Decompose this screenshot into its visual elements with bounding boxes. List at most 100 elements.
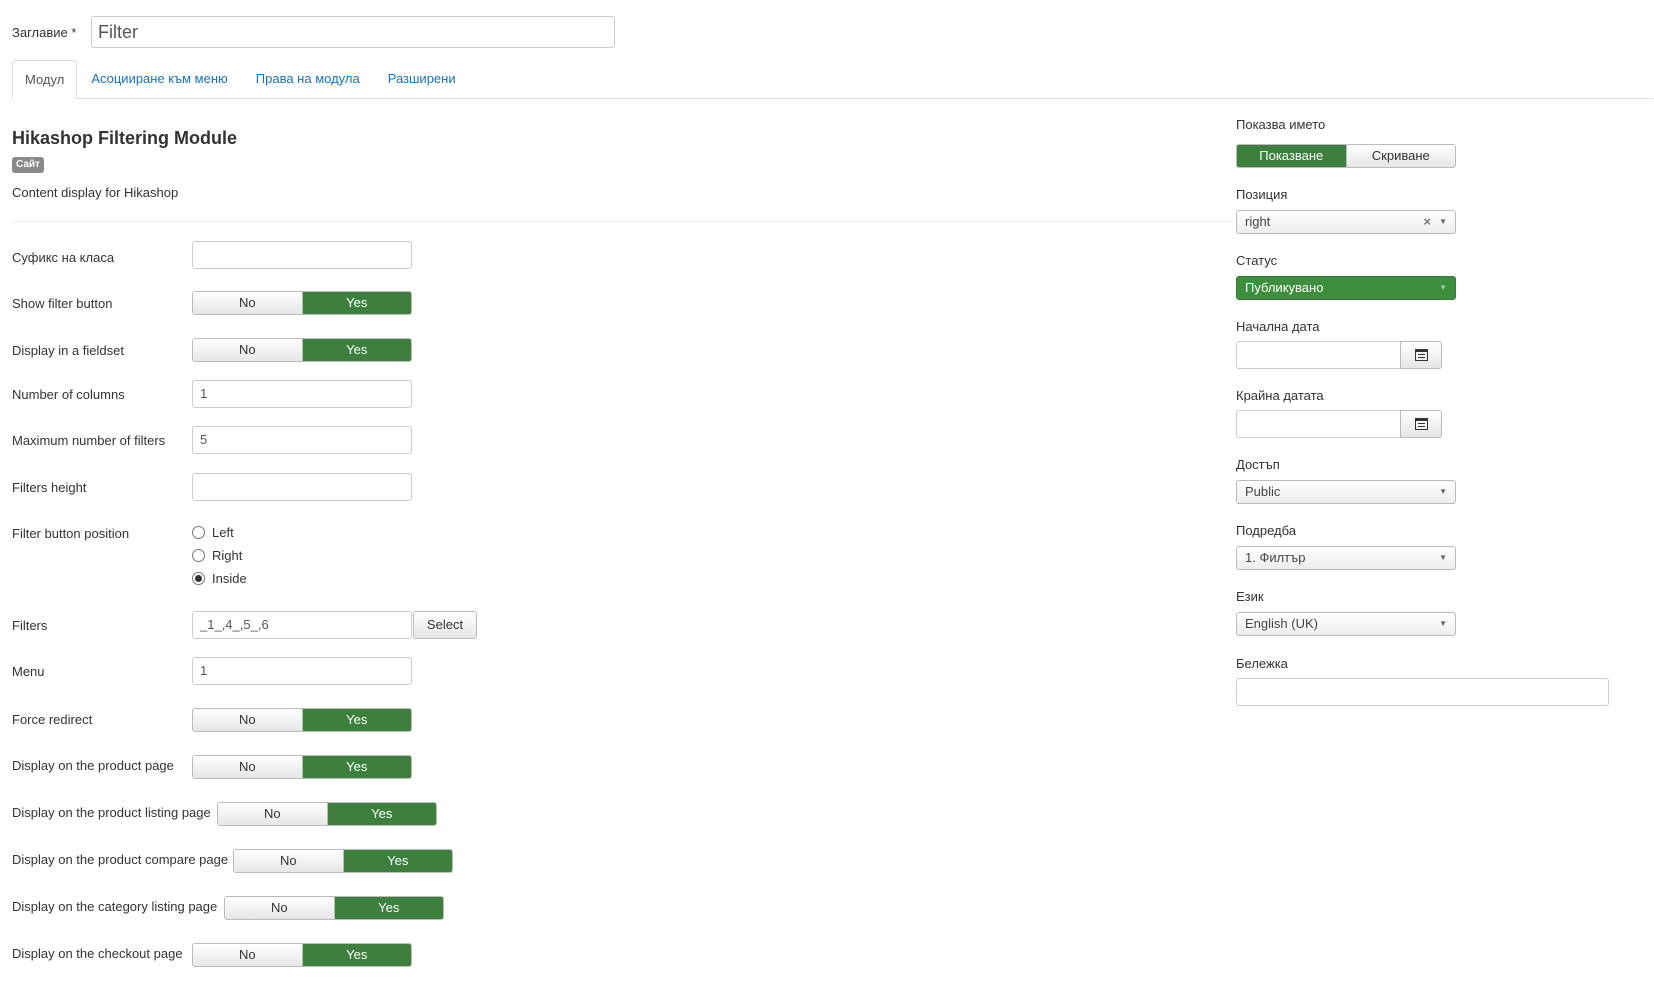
checkout-page-yes[interactable]: Yes xyxy=(302,944,411,966)
ordering-label: Подредба xyxy=(1236,523,1297,538)
show-title-show[interactable]: Показване xyxy=(1237,145,1347,167)
start-date-input[interactable] xyxy=(1236,341,1400,369)
module-description: Content display for Hikashop xyxy=(12,185,179,200)
start-date-calendar-button[interactable] xyxy=(1400,341,1442,369)
title-input[interactable]: Filter xyxy=(91,16,615,48)
display-fieldset-yes[interactable]: Yes xyxy=(302,339,411,361)
tab-module-permissions[interactable]: Права на модула xyxy=(242,60,374,98)
product-compare-no[interactable]: No xyxy=(234,850,344,872)
radio-right-label: Right xyxy=(212,548,243,563)
tab-advanced[interactable]: Разширени xyxy=(374,60,470,98)
filter-button-position-label: Filter button position xyxy=(12,526,130,541)
show-title-toggle: Показване Скриване xyxy=(1236,144,1456,168)
checkout-page-no[interactable]: No xyxy=(193,944,303,966)
chevron-down-icon: ▼ xyxy=(1439,553,1447,562)
chevron-down-icon: ▼ xyxy=(1439,217,1447,226)
show-filter-button-toggle: No Yes xyxy=(192,291,412,315)
end-date-label: Крайна датата xyxy=(1236,388,1324,403)
tab-bar: Модул Асоцииране към меню Права на модул… xyxy=(12,60,1653,99)
radio-left-label: Left xyxy=(212,525,234,540)
status-value: Публикувано xyxy=(1245,280,1324,295)
show-filter-button-no[interactable]: No xyxy=(193,292,303,314)
ordering-select[interactable]: 1. Филтър ▼ xyxy=(1236,546,1456,570)
tab-menu-assignment[interactable]: Асоцииране към меню xyxy=(77,60,241,98)
radio-right-row[interactable]: Right xyxy=(192,548,242,563)
category-listing-toggle: No Yes xyxy=(224,896,444,920)
access-select[interactable]: Public ▼ xyxy=(1236,480,1456,504)
max-filters-input[interactable]: 5 xyxy=(192,426,412,454)
status-label: Статус xyxy=(1236,253,1278,268)
radio-inside-row[interactable]: Inside xyxy=(192,571,247,586)
product-listing-label: Display on the product listing page xyxy=(12,805,211,820)
chevron-down-icon: ▼ xyxy=(1439,487,1447,496)
access-value: Public xyxy=(1245,484,1281,499)
show-title-label: Показва името xyxy=(1236,117,1326,132)
show-filter-button-label: Show filter button xyxy=(12,296,113,311)
note-label: Бележка xyxy=(1236,656,1288,671)
clear-icon[interactable]: × xyxy=(1423,211,1431,233)
radio-inside[interactable] xyxy=(192,572,205,585)
end-date-calendar-button[interactable] xyxy=(1400,410,1442,438)
show-title-hide[interactable]: Скриване xyxy=(1346,145,1455,167)
filters-height-label: Filters height xyxy=(12,480,87,495)
product-listing-toggle: No Yes xyxy=(217,802,437,826)
product-page-no[interactable]: No xyxy=(193,756,303,778)
category-listing-no[interactable]: No xyxy=(225,897,335,919)
access-label: Достъп xyxy=(1236,457,1280,472)
start-date-field xyxy=(1236,341,1442,369)
radio-right[interactable] xyxy=(192,549,205,562)
product-compare-yes[interactable]: Yes xyxy=(343,850,452,872)
chevron-down-icon: ▼ xyxy=(1439,283,1447,292)
num-columns-input[interactable]: 1 xyxy=(192,380,412,408)
class-suffix-input[interactable] xyxy=(192,241,412,269)
note-input[interactable] xyxy=(1236,678,1609,706)
divider xyxy=(12,221,1234,222)
force-redirect-yes[interactable]: Yes xyxy=(302,709,411,731)
tab-module[interactable]: Модул xyxy=(12,60,78,99)
ordering-value: 1. Филтър xyxy=(1245,550,1306,565)
language-value: English (UK) xyxy=(1245,616,1318,631)
product-compare-label: Display on the product compare page xyxy=(12,852,229,867)
start-date-label: Начална дата xyxy=(1236,319,1320,334)
menu-label: Menu xyxy=(12,664,45,679)
chevron-down-icon: ▼ xyxy=(1439,619,1447,628)
menu-input[interactable]: 1 xyxy=(192,657,412,685)
end-date-field xyxy=(1236,410,1442,438)
display-fieldset-no[interactable]: No xyxy=(193,339,303,361)
class-suffix-label: Суфикс на класа xyxy=(12,250,115,265)
language-label: Език xyxy=(1236,589,1264,604)
product-listing-yes[interactable]: Yes xyxy=(327,803,436,825)
category-listing-label: Display on the category listing page xyxy=(12,899,218,914)
site-badge: Сайт xyxy=(12,157,44,173)
force-redirect-label: Force redirect xyxy=(12,712,93,727)
checkout-page-label: Display on the checkout page xyxy=(12,946,183,961)
max-filters-label: Maximum number of filters xyxy=(12,433,166,448)
position-value: right xyxy=(1245,214,1271,229)
filters-input[interactable]: _1_,4_,5_,6 xyxy=(192,611,412,639)
force-redirect-toggle: No Yes xyxy=(192,708,412,732)
module-title: Hikashop Filtering Module xyxy=(12,128,238,148)
position-label: Позиция xyxy=(1236,187,1288,202)
checkout-page-toggle: No Yes xyxy=(192,943,412,967)
product-page-label: Display on the product page xyxy=(12,758,174,773)
filters-height-input[interactable] xyxy=(192,473,412,501)
num-columns-label: Number of columns xyxy=(12,387,125,402)
calendar-icon xyxy=(1414,349,1428,361)
category-listing-yes[interactable]: Yes xyxy=(334,897,443,919)
show-filter-button-yes[interactable]: Yes xyxy=(302,292,411,314)
radio-inside-label: Inside xyxy=(212,571,247,586)
radio-left[interactable] xyxy=(192,526,205,539)
calendar-icon xyxy=(1414,418,1428,430)
product-listing-no[interactable]: No xyxy=(218,803,328,825)
position-select[interactable]: right × ▼ xyxy=(1236,210,1456,234)
end-date-input[interactable] xyxy=(1236,410,1400,438)
filters-select-button[interactable]: Select xyxy=(413,611,477,639)
language-select[interactable]: English (UK) ▼ xyxy=(1236,612,1456,636)
product-page-yes[interactable]: Yes xyxy=(302,756,411,778)
radio-left-row[interactable]: Left xyxy=(192,525,234,540)
display-fieldset-toggle: No Yes xyxy=(192,338,412,362)
filters-label: Filters xyxy=(12,618,48,633)
status-select[interactable]: Публикувано ▼ xyxy=(1236,276,1456,300)
force-redirect-no[interactable]: No xyxy=(193,709,303,731)
title-row: Заглавие * Filter xyxy=(12,16,615,48)
